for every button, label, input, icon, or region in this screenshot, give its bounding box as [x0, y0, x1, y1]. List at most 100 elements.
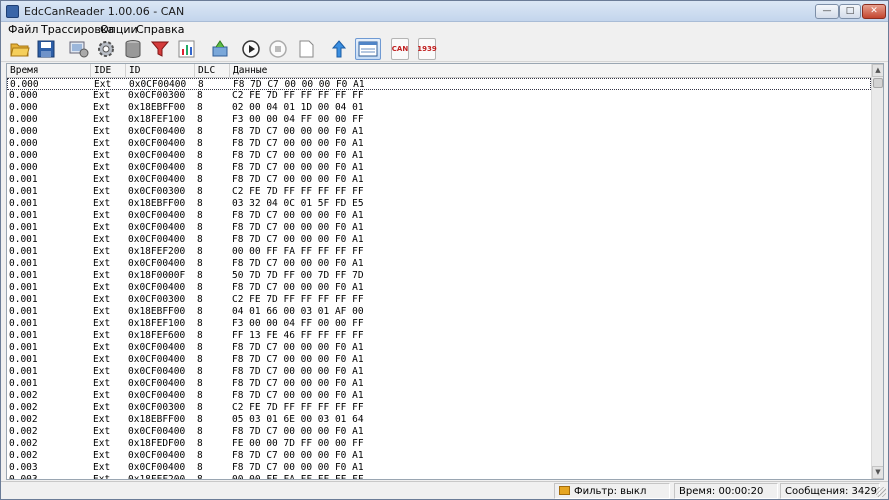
table-row[interactable]: 0.001 Ext 0x0CF00400 8 F8 7D C7 00 00 00 F0 … [7, 234, 871, 246]
resize-grip[interactable] [876, 487, 886, 497]
cell-ide: Ext [93, 354, 111, 365]
scroll-thumb[interactable] [873, 78, 883, 88]
table-row[interactable]: 0.000 Ext 0x0CF00300 8 C2 FE 7D FF FF FF FF … [7, 90, 871, 102]
cell-time: 0.001 [9, 246, 38, 257]
cell-id: 0x18EBFF00 [128, 198, 186, 209]
table-row[interactable]: 0.001 Ext 0x0CF00300 8 C2 FE 7D FF FF FF FF … [7, 186, 871, 198]
maximize-button[interactable]: □ [839, 4, 861, 19]
table-row[interactable]: 0.001 Ext 0x0CF00400 8 F8 7D C7 00 00 00 F0 … [7, 342, 871, 354]
cell-id: 0x18FEF100 [128, 114, 186, 125]
settings-monitor-icon[interactable] [68, 38, 90, 60]
table-row[interactable]: 0.001 Ext 0x18EBFF00 8 04 01 66 00 03 01 AF … [7, 306, 871, 318]
scroll-up-arrow-icon[interactable]: ▲ [872, 64, 883, 77]
table-row[interactable]: 0.002 Ext 0x0CF00400 8 F8 7D C7 00 00 00 F0 … [7, 426, 871, 438]
window-layout-icon[interactable] [355, 38, 381, 60]
table-row[interactable]: 0.001 Ext 0x0CF00300 8 C2 FE 7D FF FF FF FF … [7, 294, 871, 306]
cell-ide: Ext [93, 294, 111, 305]
table-row[interactable]: 0.001 Ext 0x18FEF600 8 FF 13 FE 46 FF FF FF … [7, 330, 871, 342]
column-header-time[interactable]: Время [7, 64, 91, 78]
table-row[interactable]: 0.002 Ext 0x0CF00400 8 F8 7D C7 00 00 00 F0 … [7, 390, 871, 402]
table-row[interactable]: 0.003 Ext 0x18FEF200 8 00 00 FF FA FF FF FF … [7, 474, 871, 480]
cell-ide: Ext [93, 90, 111, 101]
filter-icon[interactable] [149, 38, 171, 60]
toolbar: CAN 1939 [1, 36, 888, 62]
cell-dlc: 8 [197, 474, 203, 480]
table-row[interactable]: 0.002 Ext 0x0CF00400 8 F8 7D C7 00 00 00 F0 … [7, 450, 871, 462]
table-row[interactable]: 0.001 Ext 0x0CF00400 8 F8 7D C7 00 00 00 F0 … [7, 282, 871, 294]
save-icon[interactable] [35, 38, 57, 60]
cell-time: 0.001 [9, 270, 38, 281]
cell-time: 0.001 [9, 234, 38, 245]
vertical-scrollbar[interactable]: ▲ ▼ [871, 64, 883, 479]
database-icon[interactable] [122, 38, 144, 60]
cell-id: 0x0CF00400 [128, 234, 186, 245]
table-row[interactable]: 0.000 Ext 0x0CF00400 8 F8 7D C7 00 00 00 F0 … [7, 78, 871, 90]
j1939-protocol-icon[interactable]: 1939 [417, 38, 437, 60]
minimize-button[interactable]: — [815, 4, 839, 19]
table-row[interactable]: 0.001 Ext 0x0CF00400 8 F8 7D C7 00 00 00 F0 … [7, 366, 871, 378]
column-header-data[interactable]: Данные [230, 64, 871, 78]
menu-help[interactable]: Справка [136, 23, 184, 36]
table-row[interactable]: 0.000 Ext 0x0CF00400 8 F8 7D C7 00 00 00 F0 … [7, 150, 871, 162]
table-row[interactable]: 0.001 Ext 0x0CF00400 8 F8 7D C7 00 00 00 F0 … [7, 354, 871, 366]
scroll-down-arrow-icon[interactable]: ▼ [872, 466, 883, 479]
table-row[interactable]: 0.001 Ext 0x0CF00400 8 F8 7D C7 00 00 00 F0 … [7, 174, 871, 186]
table-row[interactable]: 0.002 Ext 0x18EBFF00 8 05 03 01 6E 00 03 01 … [7, 414, 871, 426]
gear-icon[interactable] [95, 38, 117, 60]
cell-id: 0x18F0000F [128, 270, 186, 281]
cell-id: 0x18FEF200 [128, 474, 186, 480]
table-row[interactable]: 0.000 Ext 0x18EBFF00 8 02 00 04 01 1D 00 04 … [7, 102, 871, 114]
cell-dlc: 8 [197, 366, 203, 377]
cell-id: 0x0CF00400 [128, 258, 186, 269]
table-row[interactable]: 0.002 Ext 0x18FEDF00 8 FE 00 00 7D FF 00 00 … [7, 438, 871, 450]
table-row[interactable]: 0.000 Ext 0x0CF00400 8 F8 7D C7 00 00 00 F0 … [7, 138, 871, 150]
title-bar[interactable]: EdcCanReader 1.00.06 - CAN — □ ✕ [1, 1, 888, 22]
table-row[interactable]: 0.001 Ext 0x0CF00400 8 F8 7D C7 00 00 00 F0 … [7, 222, 871, 234]
cell-ide: Ext [93, 366, 111, 377]
scroll-up-icon[interactable] [328, 38, 350, 60]
stop-icon[interactable] [267, 38, 289, 60]
play-icon[interactable] [240, 38, 262, 60]
column-header-dlc[interactable]: DLC [195, 64, 230, 78]
cell-dlc: 8 [197, 390, 203, 401]
table-row[interactable]: 0.003 Ext 0x0CF00400 8 F8 7D C7 00 00 00 F0 … [7, 462, 871, 474]
can-protocol-icon[interactable]: CAN [391, 38, 409, 60]
cell-id: 0x0CF00300 [128, 186, 186, 197]
cell-data: F8 7D C7 00 00 00 F0 A1 [232, 354, 364, 365]
connect-icon[interactable] [209, 38, 231, 60]
cell-data: 02 00 04 01 1D 00 04 01 [232, 102, 364, 113]
cell-dlc: 8 [197, 294, 203, 305]
table-row[interactable]: 0.001 Ext 0x18F0000F 8 50 7D 7D FF 00 7D FF … [7, 270, 871, 282]
menu-options[interactable]: Опции [100, 23, 138, 36]
table-row[interactable]: 0.000 Ext 0x18FEF100 8 F3 00 00 04 FF 00 00 … [7, 114, 871, 126]
table-row[interactable]: 0.000 Ext 0x0CF00400 8 F8 7D C7 00 00 00 F0 … [7, 126, 871, 138]
cell-ide: Ext [93, 270, 111, 281]
cell-ide: Ext [93, 330, 111, 341]
cell-id: 0x0CF00400 [128, 354, 186, 365]
open-folder-icon[interactable] [9, 38, 31, 60]
cell-id: 0x0CF00400 [128, 426, 186, 437]
cell-time: 0.001 [9, 378, 38, 389]
column-header-ide[interactable]: IDE [91, 64, 126, 78]
can-message-table[interactable]: Время IDE ID DLC Данные 0.000 Ext 0x0CF004… [6, 63, 884, 480]
table-row[interactable]: 0.001 Ext 0x0CF00400 8 F8 7D C7 00 00 00 F0 … [7, 210, 871, 222]
table-row[interactable]: 0.002 Ext 0x0CF00300 8 C2 FE 7D FF FF FF FF … [7, 402, 871, 414]
table-row[interactable]: 0.001 Ext 0x0CF00400 8 F8 7D C7 00 00 00 F0 … [7, 258, 871, 270]
column-header-id[interactable]: ID [126, 64, 195, 78]
table-row[interactable]: 0.000 Ext 0x0CF00400 8 F8 7D C7 00 00 00 F0 … [7, 162, 871, 174]
cell-id: 0x0CF00400 [128, 462, 186, 473]
cell-ide: Ext [93, 102, 111, 113]
table-row[interactable]: 0.001 Ext 0x0CF00400 8 F8 7D C7 00 00 00 F0 … [7, 378, 871, 390]
cell-id: 0x0CF00300 [128, 90, 186, 101]
close-button[interactable]: ✕ [862, 4, 886, 19]
cell-id: 0x18EBFF00 [128, 102, 186, 113]
table-row[interactable]: 0.001 Ext 0x18FEF200 8 00 00 FF FA FF FF FF … [7, 246, 871, 258]
menu-file[interactable]: Файл [8, 23, 38, 36]
chart-icon[interactable] [176, 38, 198, 60]
table-row[interactable]: 0.001 Ext 0x18FEF100 8 F3 00 00 04 FF 00 00 … [7, 318, 871, 330]
cell-ide: Ext [93, 150, 111, 161]
cell-time: 0.002 [9, 390, 38, 401]
cell-data: F8 7D C7 00 00 00 F0 A1 [232, 342, 364, 353]
table-row[interactable]: 0.001 Ext 0x18EBFF00 8 03 32 04 0C 01 5F FD … [7, 198, 871, 210]
new-page-icon[interactable] [295, 38, 317, 60]
